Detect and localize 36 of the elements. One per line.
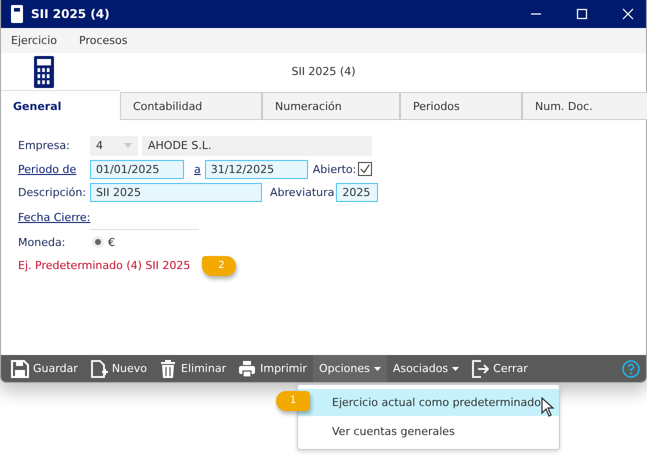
toolbar-button[interactable]: Eliminar: [153, 355, 232, 382]
toolbar-button[interactable]: Cerrar: [465, 355, 534, 382]
tab[interactable]: Numeración: [262, 92, 400, 120]
menu-item[interactable]: Ejercicio actual como predeterminado: [298, 389, 559, 416]
field-label: Abreviatura: [270, 186, 334, 200]
default-note: Ej. Predeterminado (4) SII 2025: [18, 259, 190, 272]
date-field[interactable]: 31/12/2025: [204, 160, 308, 179]
menu-button[interactable]: Asociados: [386, 355, 466, 382]
field-label: Descripción:: [18, 186, 88, 200]
description-field[interactable]: SII 2025: [90, 183, 262, 202]
toolbar-button[interactable]: Guardar: [5, 355, 84, 382]
field-label: Empresa:: [18, 139, 71, 152]
radio-label: €: [108, 236, 115, 249]
company-name-field: AHODE S.L.: [142, 136, 372, 156]
field-link[interactable]: a: [194, 162, 201, 176]
menu-item[interactable]: Procesos: [79, 34, 128, 47]
toolbar-button[interactable]: Imprimir: [232, 355, 313, 382]
field-label: Moneda:: [18, 236, 66, 249]
header-title: SII 2025 (4): [290, 65, 357, 78]
tab[interactable]: Num. Doc.: [522, 92, 647, 120]
menu-item[interactable]: Ver cuentas generales: [298, 418, 559, 445]
field-link[interactable]: Periodo de: [18, 162, 90, 176]
company-code-dropdown[interactable]: 4: [90, 136, 138, 156]
callout-badge: 1: [276, 391, 310, 411]
tab[interactable]: General: [1, 90, 120, 120]
window-title: SII 2025 (4): [31, 7, 110, 21]
tab[interactable]: Contabilidad: [120, 92, 262, 120]
menu-button[interactable]: Opciones: [312, 355, 387, 382]
menu-item[interactable]: Ejercicio: [11, 34, 57, 47]
toolbar-button[interactable]: Nuevo: [84, 355, 154, 382]
date-field[interactable]: 01/01/2025: [90, 160, 184, 179]
abbreviation-field[interactable]: 2025: [336, 183, 378, 202]
field-link[interactable]: Fecha Cierre:: [18, 211, 90, 224]
field-label: Abierto:: [312, 162, 356, 176]
tab[interactable]: Periodos: [400, 92, 522, 120]
callout-badge: 2: [202, 256, 236, 276]
